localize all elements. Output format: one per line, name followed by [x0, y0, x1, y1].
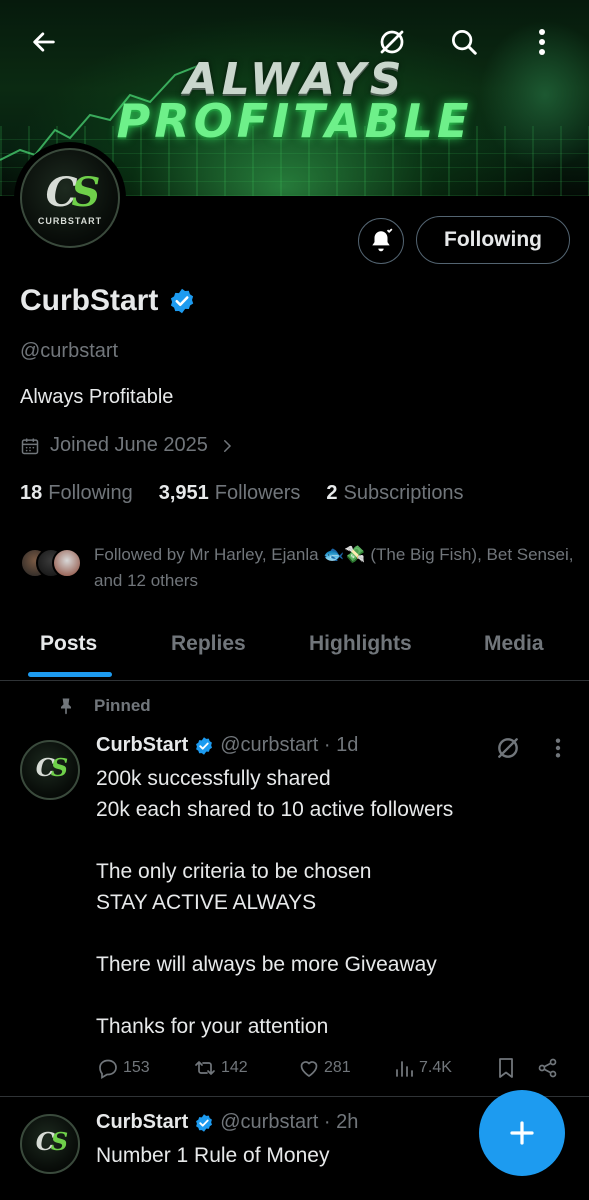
verified-badge-icon [196, 1113, 213, 1132]
followed-by-row[interactable]: Followed by Mr Harley, Ejanla 🐟💸 (The Bi… [20, 542, 580, 594]
like-button[interactable]: 281 [297, 1056, 351, 1080]
post-author-avatar[interactable]: CS [20, 1114, 80, 1174]
post-meta: @curbstart · 1d [220, 734, 359, 756]
share-button[interactable] [536, 1056, 560, 1080]
post-meta: @curbstart · 2h [220, 1111, 359, 1133]
post-author-name[interactable]: CurbStart [96, 1111, 188, 1134]
tab-replies[interactable]: Replies [171, 632, 246, 656]
like-icon [300, 1061, 318, 1077]
post-avatar-logo: CS [35, 1126, 69, 1156]
search-icon [452, 30, 477, 55]
followers-stat[interactable]: 3,951 Followers [159, 482, 301, 505]
post-author-name[interactable]: CurbStart [96, 734, 188, 757]
post-header: CurbStart @curbstart · 2h [96, 1111, 358, 1134]
post-avatar-logo: CS [35, 752, 69, 782]
views-count: 7.4K [419, 1059, 452, 1076]
following-stat-label: Following [48, 482, 133, 504]
repost-button[interactable]: 142 [192, 1056, 248, 1080]
following-count: 18 [20, 482, 43, 504]
post-actions: 153 142 281 7.4K [96, 1056, 566, 1084]
verified-badge-icon [196, 736, 213, 755]
profile-display-name: CurbStart [20, 284, 159, 317]
joined-date: Joined June 2025 [50, 434, 208, 456]
avatar-logo: CS CURBSTART [20, 148, 120, 248]
compose-button[interactable] [479, 1090, 565, 1176]
tab-media[interactable]: Media [484, 632, 544, 656]
grok-button[interactable] [372, 22, 412, 62]
profile-avatar[interactable]: CS CURBSTART [14, 142, 126, 254]
views-button[interactable]: 7.4K [394, 1056, 452, 1080]
grok-icon [380, 30, 404, 54]
following-button[interactable]: Following [416, 216, 570, 264]
share-icon [538, 1058, 557, 1078]
reply-count: 153 [123, 1059, 150, 1076]
back-button[interactable] [24, 22, 64, 62]
back-arrow-icon [33, 32, 55, 52]
profile-handle: @curbstart [20, 340, 119, 362]
search-button[interactable] [444, 22, 484, 62]
repost-count: 142 [221, 1059, 248, 1076]
avatar-logo-mark: CS [45, 168, 101, 216]
joined-row[interactable]: Joined June 2025 [20, 434, 236, 457]
subscriptions-stat-label: Subscriptions [343, 482, 464, 504]
followers-stat-label: Followers [214, 482, 301, 504]
tab-posts[interactable]: Posts [40, 632, 97, 656]
tab-highlights[interactable]: Highlights [309, 632, 412, 656]
verified-badge-icon[interactable] [168, 287, 196, 315]
post-text: 200k successfully shared 20k each shared… [96, 767, 454, 1038]
like-count: 281 [324, 1059, 351, 1076]
post-grok-button[interactable] [488, 728, 528, 768]
repost-icon [195, 1061, 215, 1075]
bookmark-button[interactable] [495, 1056, 517, 1080]
profile-stats: 18 Following 3,951 Followers 2 Subscription… [20, 482, 464, 505]
reply-button[interactable]: 153 [96, 1056, 150, 1080]
calendar-icon [21, 438, 39, 454]
bell-icon [372, 228, 393, 252]
pinned-label-row: Pinned [56, 696, 151, 716]
pin-icon [61, 698, 71, 715]
compose-plus-icon [510, 1121, 534, 1145]
chevron-right-icon [223, 439, 231, 452]
post-header: CurbStart @curbstart · 1d [96, 734, 358, 757]
post-author-avatar[interactable]: CS [20, 740, 80, 800]
views-icon [396, 1061, 413, 1077]
followers-you-know-avatars [20, 542, 84, 586]
bookmark-icon [499, 1058, 513, 1078]
subscriptions-stat[interactable]: 2 Subscriptions [326, 482, 463, 505]
avatar [52, 548, 82, 578]
more-vertical-icon [555, 738, 561, 758]
notifications-bell-button[interactable] [358, 218, 404, 264]
post-more-button[interactable] [538, 728, 578, 768]
pinned-label: Pinned [94, 696, 151, 715]
avatar-wordmark: CURBSTART [37, 216, 103, 226]
profile-name-row: CurbStart [20, 284, 196, 318]
more-options-button[interactable] [522, 22, 562, 62]
active-tab-indicator [28, 672, 112, 677]
profile-bio: Always Profitable [20, 386, 174, 408]
grok-icon [498, 738, 518, 758]
subscriptions-count: 2 [326, 482, 338, 504]
reply-icon [99, 1059, 117, 1080]
following-stat[interactable]: 18 Following [20, 482, 133, 505]
followed-by-text: Followed by Mr Harley, Ejanla 🐟💸 (The Bi… [94, 545, 574, 590]
banner-title-line2: PROFITABLE [116, 94, 473, 148]
followers-count: 3,951 [158, 482, 209, 504]
more-vertical-icon [539, 29, 545, 55]
